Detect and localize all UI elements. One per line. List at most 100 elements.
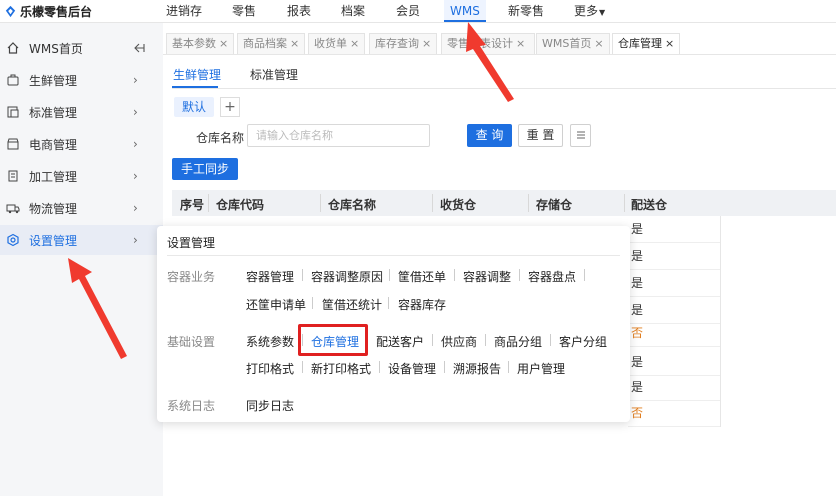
category-system-log: 系统日志 xyxy=(167,399,216,413)
tab-stock-query[interactable]: 库存查询 × xyxy=(369,33,438,54)
fresh-icon xyxy=(7,74,19,86)
menu-link-container-adjust-reason[interactable]: 容器调整原因 xyxy=(311,268,383,285)
tab-retail-report-design[interactable]: 零售报表设计 × xyxy=(441,33,535,54)
chevron-right-icon: › xyxy=(133,169,138,183)
sidebar-item-wms-home[interactable]: WMS首页 xyxy=(0,33,163,63)
nav-more[interactable]: 更多▼ xyxy=(574,0,605,22)
close-icon[interactable]: × xyxy=(665,37,674,50)
th-warehouse-name: 仓库名称 xyxy=(328,198,377,212)
standard-icon xyxy=(7,106,19,118)
menu-link-container-adjust[interactable]: 容器调整 xyxy=(463,268,511,285)
table-cell-distribution: 是 xyxy=(628,374,721,401)
home-icon xyxy=(7,42,19,54)
close-icon[interactable]: × xyxy=(594,37,603,50)
app-logo[interactable]: 乐檬零售后台 xyxy=(4,3,92,19)
filter-settings-button[interactable] xyxy=(570,124,591,147)
subtab-fresh[interactable]: 生鲜管理 xyxy=(173,66,221,83)
menu-link-customer-group[interactable]: 客户分组 xyxy=(559,333,607,350)
menu-link-product-group[interactable]: 商品分组 xyxy=(494,333,542,350)
tab-warehouse-management[interactable]: 仓库管理 × xyxy=(612,33,681,54)
close-icon[interactable]: × xyxy=(219,37,228,50)
tab-receipt[interactable]: 收货单 × xyxy=(308,33,366,54)
logo-icon xyxy=(5,5,16,17)
nav-archive[interactable]: 档案 xyxy=(341,0,365,22)
close-icon[interactable]: × xyxy=(516,37,525,50)
menu-link-basket-borrow[interactable]: 筐借还单 xyxy=(398,268,446,285)
nav-member[interactable]: 会员 xyxy=(396,0,420,22)
menu-link-system-params[interactable]: 系统参数 xyxy=(246,333,294,350)
category-container-business: 容器业务 xyxy=(167,270,216,284)
truck-icon xyxy=(6,204,20,214)
sidebar-item-process[interactable]: 加工管理 › xyxy=(0,161,163,191)
link-separator xyxy=(379,361,380,373)
link-separator xyxy=(485,334,486,346)
link-separator xyxy=(584,269,585,281)
warehouse-name-input[interactable]: 请输入仓库名称 xyxy=(247,124,430,147)
table-cell-distribution: 是 xyxy=(628,349,721,376)
column-separator[interactable] xyxy=(624,194,625,212)
menu-link-sync-log[interactable]: 同步日志 xyxy=(246,397,294,414)
menu-link-device-mgmt[interactable]: 设备管理 xyxy=(388,360,436,377)
add-scheme-button[interactable]: + xyxy=(220,97,240,117)
reset-button[interactable]: 重 置 xyxy=(518,124,563,147)
process-icon xyxy=(8,170,18,182)
manual-sync-button[interactable]: 手工同步 xyxy=(172,158,238,180)
table-cell-distribution: 否 xyxy=(628,400,721,427)
nav-wms[interactable]: WMS xyxy=(444,0,486,22)
chevron-right-icon: › xyxy=(133,73,138,87)
link-separator xyxy=(432,334,433,346)
sidebar-item-ecommerce[interactable]: 电商管理 › xyxy=(0,129,163,159)
column-separator[interactable] xyxy=(320,194,321,212)
th-storage: 存储仓 xyxy=(536,198,573,212)
menu-link-delivery-customer[interactable]: 配送客户 xyxy=(376,333,424,350)
th-distribution: 配送仓 xyxy=(631,198,668,212)
category-basic-settings: 基础设置 xyxy=(167,335,216,349)
menu-link-basket-stats[interactable]: 筐借还统计 xyxy=(322,296,382,313)
tab-wms-home[interactable]: WMS首页 × xyxy=(536,33,610,54)
close-icon[interactable]: × xyxy=(290,37,299,50)
menu-link-trace-report[interactable]: 溯源报告 xyxy=(453,360,501,377)
menu-link-basket-return-request[interactable]: 还筐申请单 xyxy=(246,296,306,313)
chevron-right-icon: › xyxy=(133,137,138,151)
link-separator xyxy=(389,269,390,281)
table-cell-distribution: 是 xyxy=(628,216,721,243)
column-separator[interactable] xyxy=(208,194,209,212)
tab-product-archive[interactable]: 商品档案 × xyxy=(237,33,306,54)
column-separator[interactable] xyxy=(528,194,529,212)
scheme-default[interactable]: 默认 xyxy=(174,97,214,117)
link-separator xyxy=(302,361,303,373)
collapse-icon[interactable] xyxy=(133,42,145,54)
nav-reports[interactable]: 报表 xyxy=(287,0,311,22)
sidebar-item-settings[interactable]: 设置管理 › xyxy=(0,225,163,255)
menu-link-container-stock[interactable]: 容器库存 xyxy=(398,296,446,313)
link-separator xyxy=(302,269,303,281)
link-separator xyxy=(454,269,455,281)
sidebar-item-logistics[interactable]: 物流管理 › xyxy=(0,193,163,223)
chevron-right-icon: › xyxy=(133,105,138,119)
menu-link-container-mgmt[interactable]: 容器管理 xyxy=(246,268,294,285)
table-cell-distribution: 否 xyxy=(628,320,721,347)
column-separator[interactable] xyxy=(432,194,433,212)
column-divider xyxy=(720,216,721,427)
th-index: 序号 xyxy=(180,198,205,212)
menu-link-print-format[interactable]: 打印格式 xyxy=(246,360,294,377)
query-button[interactable]: 查 询 xyxy=(467,124,512,147)
nav-jinxiaocun[interactable]: 进销存 xyxy=(166,0,202,22)
sidebar-item-standard[interactable]: 标准管理 › xyxy=(0,97,163,127)
subtab-standard[interactable]: 标准管理 xyxy=(250,66,298,83)
link-separator xyxy=(444,361,445,373)
table-cell-distribution: 是 xyxy=(628,270,721,297)
sidebar-item-fresh[interactable]: 生鲜管理 › xyxy=(0,65,163,95)
nav-retail[interactable]: 零售 xyxy=(232,0,256,22)
nav-new-retail[interactable]: 新零售 xyxy=(508,0,544,22)
list-icon xyxy=(576,131,585,139)
menu-link-new-print-format[interactable]: 新打印格式 xyxy=(311,360,371,377)
tab-basic-params[interactable]: 基本参数 × xyxy=(166,33,235,54)
menu-link-supplier[interactable]: 供应商 xyxy=(441,333,477,350)
settings-icon xyxy=(7,233,19,247)
menu-link-container-count[interactable]: 容器盘点 xyxy=(528,268,576,285)
close-icon[interactable]: × xyxy=(422,37,431,50)
menu-link-user-mgmt[interactable]: 用户管理 xyxy=(517,360,565,377)
close-icon[interactable]: × xyxy=(350,37,359,50)
link-separator xyxy=(388,297,389,309)
